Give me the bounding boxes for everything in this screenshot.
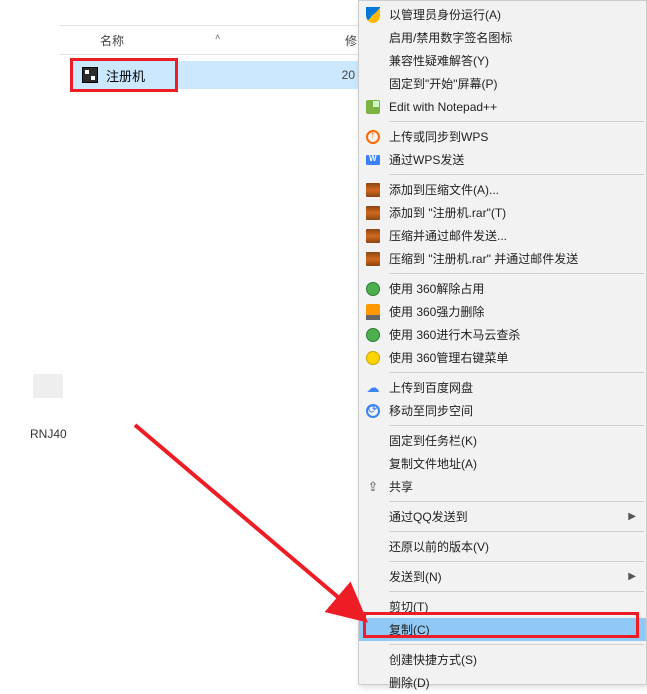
ctx-label: 发送到(N) <box>389 568 442 585</box>
ctx-wps-send[interactable]: 通过WPS发送 <box>359 148 646 171</box>
rar-icon <box>365 182 381 198</box>
separator <box>389 121 644 122</box>
sort-indicator-icon: ˄ <box>215 32 220 42</box>
ctx-label: 上传或同步到WPS <box>389 128 488 145</box>
s360-icon <box>365 327 381 343</box>
ctx-pin-taskbar[interactable]: 固定到任务栏(K) <box>359 429 646 452</box>
column-modified-header[interactable]: 修 <box>340 32 357 49</box>
ctx-label: 共享 <box>389 478 413 495</box>
annotation-highlight-file <box>70 58 178 92</box>
ctx-label: 还原以前的版本(V) <box>389 538 489 555</box>
ctx-label: Edit with Notepad++ <box>389 100 497 114</box>
ctx-label: 创建快捷方式(S) <box>389 651 477 668</box>
s360-yellow-icon <box>365 350 381 366</box>
submenu-arrow-icon: ▶ <box>628 571 636 582</box>
context-menu: 以管理员身份运行(A) 启用/禁用数字签名图标 兼容性疑难解答(Y) 固定到"开… <box>358 0 647 685</box>
wps-upload-icon <box>365 129 381 145</box>
ctx-rar-email-name[interactable]: 压缩到 "注册机.rar" 并通过邮件发送 <box>359 247 646 270</box>
annotation-arrow <box>130 420 390 640</box>
ctx-restore[interactable]: 还原以前的版本(V) <box>359 535 646 558</box>
ctx-360-menu[interactable]: 使用 360管理右键菜单 <box>359 346 646 369</box>
ctx-label: 固定到任务栏(K) <box>389 432 477 449</box>
separator <box>389 372 644 373</box>
ctx-label: 以管理员身份运行(A) <box>389 6 501 23</box>
notepad-icon <box>365 99 381 115</box>
column-name-label: 名称 <box>100 34 124 48</box>
ctx-label: 固定到"开始"屏幕(P) <box>389 75 498 92</box>
ctx-360-release[interactable]: 使用 360解除占用 <box>359 277 646 300</box>
annotation-highlight-copy <box>363 612 639 638</box>
ctx-compatibility[interactable]: 兼容性疑难解答(Y) <box>359 49 646 72</box>
rar-icon <box>365 251 381 267</box>
ctx-copy-path[interactable]: 复制文件地址(A) <box>359 452 646 475</box>
ctx-label: 启用/禁用数字签名图标 <box>389 29 512 46</box>
ctx-wps-upload[interactable]: 上传或同步到WPS <box>359 125 646 148</box>
separator <box>389 561 644 562</box>
ctx-label: 删除(D) <box>389 674 430 691</box>
ctx-rar-add-name[interactable]: 添加到 "注册机.rar"(T) <box>359 201 646 224</box>
ctx-label: 添加到 "注册机.rar"(T) <box>389 204 506 221</box>
ctx-rar-email[interactable]: 压缩并通过邮件发送... <box>359 224 646 247</box>
separator <box>389 531 644 532</box>
s360-delete-icon <box>365 304 381 320</box>
ctx-sync-space[interactable]: 移动至同步空间 <box>359 399 646 422</box>
ctx-360-scan[interactable]: 使用 360进行木马云查杀 <box>359 323 646 346</box>
wps-send-icon <box>365 152 381 168</box>
ctx-label: 通过WPS发送 <box>389 151 464 168</box>
ctx-shortcut[interactable]: 创建快捷方式(S) <box>359 648 646 671</box>
rar-icon <box>365 205 381 221</box>
sync-icon <box>365 403 381 419</box>
ctx-share[interactable]: ⇪ 共享 <box>359 475 646 498</box>
ctx-label: 上传到百度网盘 <box>389 379 473 396</box>
separator <box>389 174 644 175</box>
ctx-rar-add[interactable]: 添加到压缩文件(A)... <box>359 178 646 201</box>
ctx-label: 兼容性疑难解答(Y) <box>389 52 489 69</box>
ctx-send-to[interactable]: 发送到(N) ▶ <box>359 565 646 588</box>
ctx-label: 使用 360强力删除 <box>389 303 484 320</box>
left-sidebar-strip <box>33 374 63 398</box>
ctx-enable-signature[interactable]: 启用/禁用数字签名图标 <box>359 26 646 49</box>
separator <box>389 273 644 274</box>
ctx-label: 使用 360管理右键菜单 <box>389 349 508 366</box>
column-modified-label: 修 <box>345 34 357 48</box>
ctx-label: 压缩到 "注册机.rar" 并通过邮件发送 <box>389 250 578 267</box>
ctx-label: 使用 360进行木马云查杀 <box>389 326 520 343</box>
separator <box>389 591 644 592</box>
ctx-label: 使用 360解除占用 <box>389 280 484 297</box>
ctx-run-as-admin[interactable]: 以管理员身份运行(A) <box>359 3 646 26</box>
ctx-pin-start[interactable]: 固定到"开始"屏幕(P) <box>359 72 646 95</box>
baidu-icon: ☁ <box>365 380 381 396</box>
submenu-arrow-icon: ▶ <box>628 511 636 522</box>
separator <box>389 644 644 645</box>
shield-icon <box>365 7 381 23</box>
s360-icon <box>365 281 381 297</box>
ctx-label: 通过QQ发送到 <box>389 508 468 525</box>
column-name-header[interactable]: 名称 ˄ <box>60 32 340 49</box>
ctx-label: 添加到压缩文件(A)... <box>389 181 499 198</box>
ctx-baidu-upload[interactable]: ☁ 上传到百度网盘 <box>359 376 646 399</box>
rar-icon <box>365 228 381 244</box>
separator <box>389 425 644 426</box>
file-date: 20 <box>342 68 355 82</box>
ctx-label: 移动至同步空间 <box>389 402 473 419</box>
ctx-delete[interactable]: 删除(D) <box>359 671 646 694</box>
ctx-notepad[interactable]: Edit with Notepad++ <box>359 95 646 118</box>
share-icon: ⇪ <box>365 479 381 495</box>
ctx-label: 压缩并通过邮件发送... <box>389 227 507 244</box>
ctx-360-delete[interactable]: 使用 360强力删除 <box>359 300 646 323</box>
separator <box>389 501 644 502</box>
ctx-qq-send[interactable]: 通过QQ发送到 ▶ <box>359 505 646 528</box>
footer-text: RNJ40 <box>30 427 67 441</box>
ctx-label: 复制文件地址(A) <box>389 455 477 472</box>
